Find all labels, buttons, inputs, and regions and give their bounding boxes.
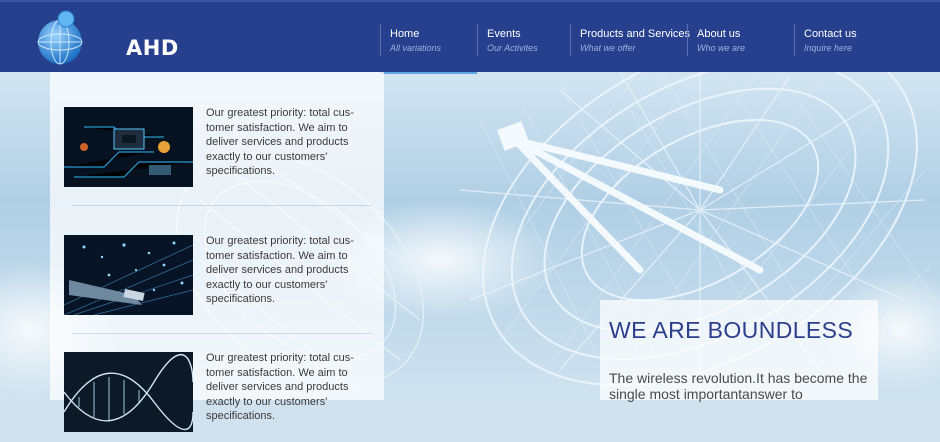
feature-text: Our greatest priority: total cus-tomer s… [206, 352, 354, 423]
nav-title: Products and Services [580, 28, 691, 40]
nav-item-products[interactable]: Products and Services What we offer [570, 22, 691, 74]
nav-subtitle: What we offer [580, 43, 636, 53]
main-nav: Home All variations Events Our Activites… [380, 22, 894, 74]
logo-text: AHD [126, 36, 179, 60]
fiber-optic-image[interactable] [64, 235, 193, 315]
feature-item: Our greatest priority: total cus-tomer s… [64, 235, 374, 325]
hero-box: WE ARE BOUNDLESS The wireless revolution… [600, 300, 878, 402]
nav-title: About us [697, 28, 741, 40]
divider [72, 205, 372, 206]
nav-subtitle: All variations [390, 43, 442, 53]
nav-item-contact[interactable]: Contact us Inquire here [794, 22, 894, 74]
nav-item-about[interactable]: About us Who we are [687, 22, 794, 74]
feature-text: Our greatest priority: total cus-tomer s… [206, 235, 354, 306]
feature-item: Our greatest priority: total cus-tomer s… [64, 352, 374, 442]
feature-item: Our greatest priority: total cus-tomer s… [64, 107, 374, 197]
nav-title: Home [390, 28, 420, 40]
nav-item-events[interactable]: Events Our Activites [477, 22, 570, 74]
circuit-board-image[interactable] [64, 107, 193, 187]
feature-text: Our greatest priority: total cus-tomer s… [206, 107, 354, 178]
feature-panel: Our greatest priority: total cus-tomer s… [50, 72, 384, 432]
nav-title: Events [487, 28, 521, 40]
site-header: AHD Home All variations Events Our Activ… [0, 0, 940, 74]
logo[interactable]: AHD [36, 8, 178, 68]
hero-text: The wireless revolution.It has become th… [609, 370, 868, 402]
nav-title: Contact us [804, 28, 857, 40]
nav-item-home[interactable]: Home All variations [380, 22, 477, 74]
nav-subtitle: Who we are [697, 43, 746, 53]
nav-subtitle: Our Activites [487, 43, 538, 53]
hero-title: WE ARE BOUNDLESS [609, 317, 854, 343]
globe-logo-icon [37, 10, 83, 65]
divider [72, 333, 372, 334]
dna-image[interactable] [64, 352, 193, 432]
nav-subtitle: Inquire here [804, 43, 853, 53]
